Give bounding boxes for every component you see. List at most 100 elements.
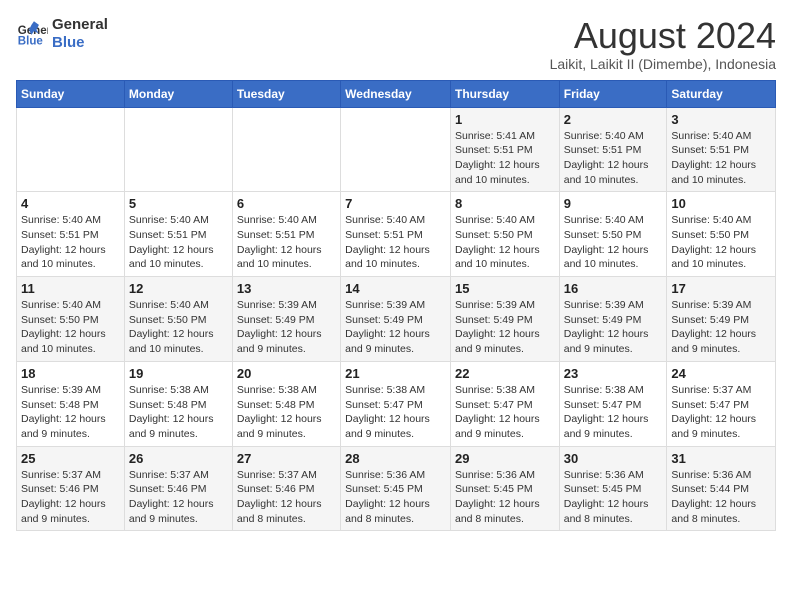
day-info: Sunrise: 5:39 AM Sunset: 5:49 PM Dayligh… (345, 298, 446, 357)
weekday-header-friday: Friday (559, 80, 667, 107)
day-number: 3 (671, 112, 771, 127)
day-info: Sunrise: 5:36 AM Sunset: 5:45 PM Dayligh… (345, 468, 446, 527)
calendar-cell: 21Sunrise: 5:38 AM Sunset: 5:47 PM Dayli… (341, 361, 451, 446)
day-info: Sunrise: 5:36 AM Sunset: 5:45 PM Dayligh… (455, 468, 555, 527)
calendar-cell: 2 Sunrise: 5:40 AM Sunset: 5:51 PM Daylig… (559, 107, 667, 192)
day-number: 22 (455, 366, 555, 381)
calendar-cell: 3 Sunrise: 5:40 AM Sunset: 5:51 PM Daylig… (667, 107, 776, 192)
calendar-cell: 18Sunrise: 5:39 AM Sunset: 5:48 PM Dayli… (17, 361, 125, 446)
svg-text:Blue: Blue (18, 36, 44, 48)
calendar-cell: 4Sunrise: 5:40 AM Sunset: 5:51 PM Daylig… (17, 192, 125, 277)
day-info: Sunrise: 5:38 AM Sunset: 5:47 PM Dayligh… (455, 383, 555, 442)
day-info: Sunrise: 5:37 AM Sunset: 5:46 PM Dayligh… (237, 468, 336, 527)
day-number: 23 (564, 366, 663, 381)
day-number: 27 (237, 451, 336, 466)
day-number: 7 (345, 196, 446, 211)
day-number: 6 (237, 196, 336, 211)
day-number: 25 (21, 451, 120, 466)
day-info: Sunrise: 5:40 AM Sunset: 5:51 PM Dayligh… (21, 213, 120, 272)
day-number: 9 (564, 196, 663, 211)
day-info: Sunrise: 5:39 AM Sunset: 5:49 PM Dayligh… (455, 298, 555, 357)
calendar-cell: 6 Sunrise: 5:40 AM Sunset: 5:51 PM Daylig… (232, 192, 340, 277)
logo: General Blue General Blue (16, 16, 108, 52)
calendar-cell: 10 Sunrise: 5:40 AM Sunset: 5:50 PM Dayli… (667, 192, 776, 277)
weekday-header-sunday: Sunday (17, 80, 125, 107)
calendar-cell: 9 Sunrise: 5:40 AM Sunset: 5:50 PM Daylig… (559, 192, 667, 277)
weekday-header-wednesday: Wednesday (341, 80, 451, 107)
calendar-cell (17, 107, 125, 192)
day-info: Sunrise: 5:40 AM Sunset: 5:50 PM Dayligh… (564, 213, 663, 272)
day-number: 8 (455, 196, 555, 211)
calendar-cell: 8 Sunrise: 5:40 AM Sunset: 5:50 PM Daylig… (450, 192, 559, 277)
calendar-week-4: 18Sunrise: 5:39 AM Sunset: 5:48 PM Dayli… (17, 361, 776, 446)
day-info: Sunrise: 5:39 AM Sunset: 5:49 PM Dayligh… (237, 298, 336, 357)
calendar-cell: 26Sunrise: 5:37 AM Sunset: 5:46 PM Dayli… (124, 446, 232, 531)
day-number: 26 (129, 451, 228, 466)
calendar-cell (232, 107, 340, 192)
day-number: 31 (671, 451, 771, 466)
calendar-cell: 17Sunrise: 5:39 AM Sunset: 5:49 PM Dayli… (667, 277, 776, 362)
day-number: 13 (237, 281, 336, 296)
day-info: Sunrise: 5:40 AM Sunset: 5:51 PM Dayligh… (564, 129, 663, 188)
calendar-cell: 24 Sunrise: 5:37 AM Sunset: 5:47 PM Dayli… (667, 361, 776, 446)
day-number: 1 (455, 112, 555, 127)
day-number: 29 (455, 451, 555, 466)
day-info: Sunrise: 5:40 AM Sunset: 5:51 PM Dayligh… (237, 213, 336, 272)
day-number: 12 (129, 281, 228, 296)
day-info: Sunrise: 5:36 AM Sunset: 5:45 PM Dayligh… (564, 468, 663, 527)
calendar-body: 1 Sunrise: 5:41 AM Sunset: 5:51 PM Daylig… (17, 107, 776, 531)
day-number: 24 (671, 366, 771, 381)
day-info: Sunrise: 5:40 AM Sunset: 5:51 PM Dayligh… (671, 129, 771, 188)
day-info: Sunrise: 5:36 AM Sunset: 5:44 PM Dayligh… (671, 468, 771, 527)
calendar-cell (124, 107, 232, 192)
calendar-cell: 20 Sunrise: 5:38 AM Sunset: 5:48 PM Dayli… (232, 361, 340, 446)
month-title: August 2024 (550, 16, 776, 56)
day-number: 2 (564, 112, 663, 127)
logo-icon: General Blue (16, 18, 48, 50)
calendar-week-5: 25 Sunrise: 5:37 AM Sunset: 5:46 PM Dayli… (17, 446, 776, 531)
weekday-header-tuesday: Tuesday (232, 80, 340, 107)
day-info: Sunrise: 5:37 AM Sunset: 5:46 PM Dayligh… (21, 468, 120, 527)
calendar-cell: 16Sunrise: 5:39 AM Sunset: 5:49 PM Dayli… (559, 277, 667, 362)
location-title: Laikit, Laikit II (Dimembe), Indonesia (550, 56, 776, 72)
calendar-cell: 12 Sunrise: 5:40 AM Sunset: 5:50 PM Dayli… (124, 277, 232, 362)
calendar-cell: 28 Sunrise: 5:36 AM Sunset: 5:45 PM Dayli… (341, 446, 451, 531)
day-info: Sunrise: 5:39 AM Sunset: 5:49 PM Dayligh… (671, 298, 771, 357)
weekday-header-saturday: Saturday (667, 80, 776, 107)
day-number: 10 (671, 196, 771, 211)
day-info: Sunrise: 5:40 AM Sunset: 5:50 PM Dayligh… (129, 298, 228, 357)
day-number: 28 (345, 451, 446, 466)
day-number: 14 (345, 281, 446, 296)
day-number: 18 (21, 366, 120, 381)
calendar-cell: 27 Sunrise: 5:37 AM Sunset: 5:46 PM Dayli… (232, 446, 340, 531)
day-info: Sunrise: 5:40 AM Sunset: 5:51 PM Dayligh… (345, 213, 446, 272)
weekday-header-monday: Monday (124, 80, 232, 107)
day-info: Sunrise: 5:40 AM Sunset: 5:50 PM Dayligh… (671, 213, 771, 272)
calendar-cell: 1 Sunrise: 5:41 AM Sunset: 5:51 PM Daylig… (450, 107, 559, 192)
day-number: 11 (21, 281, 120, 296)
day-info: Sunrise: 5:40 AM Sunset: 5:51 PM Dayligh… (129, 213, 228, 272)
weekday-header-thursday: Thursday (450, 80, 559, 107)
calendar-table: SundayMondayTuesdayWednesdayThursdayFrid… (16, 80, 776, 532)
calendar-cell: 14 Sunrise: 5:39 AM Sunset: 5:49 PM Dayli… (341, 277, 451, 362)
logo-line2: Blue (52, 34, 108, 52)
day-number: 20 (237, 366, 336, 381)
day-info: Sunrise: 5:41 AM Sunset: 5:51 PM Dayligh… (455, 129, 555, 188)
calendar-cell: 19 Sunrise: 5:38 AM Sunset: 5:48 PM Dayli… (124, 361, 232, 446)
day-number: 15 (455, 281, 555, 296)
calendar-cell: 7 Sunrise: 5:40 AM Sunset: 5:51 PM Daylig… (341, 192, 451, 277)
day-number: 19 (129, 366, 228, 381)
calendar-cell: 5Sunrise: 5:40 AM Sunset: 5:51 PM Daylig… (124, 192, 232, 277)
calendar-cell: 29 Sunrise: 5:36 AM Sunset: 5:45 PM Dayli… (450, 446, 559, 531)
calendar-cell: 22 Sunrise: 5:38 AM Sunset: 5:47 PM Dayli… (450, 361, 559, 446)
day-info: Sunrise: 5:38 AM Sunset: 5:48 PM Dayligh… (129, 383, 228, 442)
calendar-cell: 23Sunrise: 5:38 AM Sunset: 5:47 PM Dayli… (559, 361, 667, 446)
calendar-week-2: 4Sunrise: 5:40 AM Sunset: 5:51 PM Daylig… (17, 192, 776, 277)
title-section: August 2024 Laikit, Laikit II (Dimembe),… (550, 16, 776, 72)
calendar-cell: 11Sunrise: 5:40 AM Sunset: 5:50 PM Dayli… (17, 277, 125, 362)
day-number: 30 (564, 451, 663, 466)
calendar-week-1: 1 Sunrise: 5:41 AM Sunset: 5:51 PM Daylig… (17, 107, 776, 192)
day-info: Sunrise: 5:37 AM Sunset: 5:47 PM Dayligh… (671, 383, 771, 442)
day-info: Sunrise: 5:38 AM Sunset: 5:48 PM Dayligh… (237, 383, 336, 442)
day-info: Sunrise: 5:40 AM Sunset: 5:50 PM Dayligh… (455, 213, 555, 272)
